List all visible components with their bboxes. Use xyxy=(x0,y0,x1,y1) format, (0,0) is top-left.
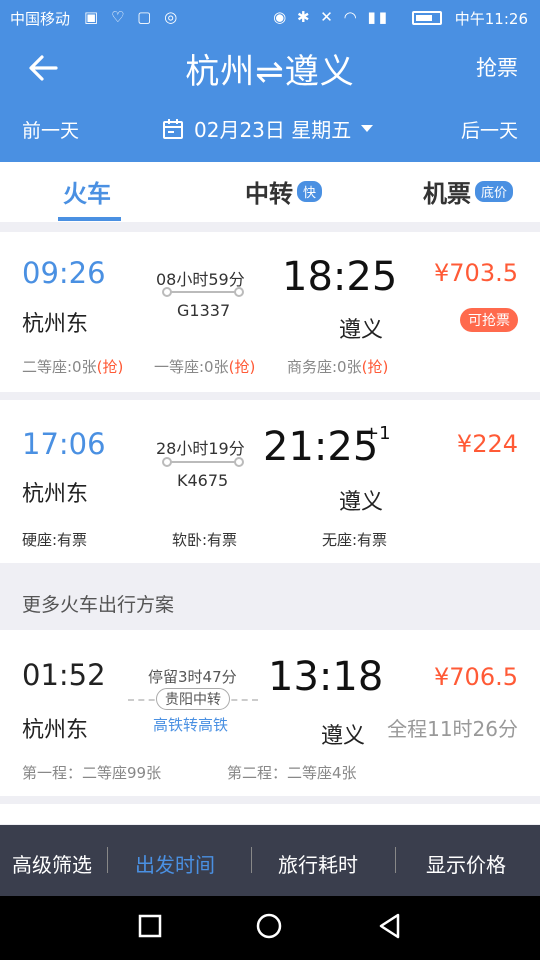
sort-departure-time-button[interactable]: 出发时间 xyxy=(135,849,215,878)
status-time: 中午11:26 xyxy=(454,10,528,28)
active-tab-indicator xyxy=(58,217,121,221)
tab-badge: 底价 xyxy=(475,181,514,202)
tab-label: 机票 xyxy=(423,180,471,208)
grab-ticket-button[interactable]: 抢票 xyxy=(476,52,518,82)
next-day-mark: +1 xyxy=(364,423,391,444)
tab-transfer[interactable]: 中转 快 xyxy=(245,174,323,209)
carrier-name: 中国移动 xyxy=(10,10,71,28)
date-picker[interactable]: 02月23日 星期五 xyxy=(162,114,374,143)
date-label: 02月23日 星期五 xyxy=(194,118,352,142)
arrival-station: 遵义 xyxy=(339,490,384,515)
list-item xyxy=(0,804,540,824)
calendar-icon xyxy=(163,118,183,139)
chevron-down-icon xyxy=(361,125,374,132)
train-number: K4675 xyxy=(177,471,229,490)
transfer-city-badge: 贵阳中转 xyxy=(156,688,230,710)
system-nav-bar xyxy=(0,896,540,960)
filter-bar: 高级筛选 出发时间 旅行耗时 显示价格 xyxy=(0,825,540,896)
seat-info: 一等座:0张(抢) xyxy=(154,358,256,376)
tab-badge: 快 xyxy=(297,181,323,202)
departure-station: 杭州东 xyxy=(22,312,89,337)
seat-info: 硬座:有票 xyxy=(22,531,88,549)
transfer-plan-card[interactable]: 01:52 杭州东 停留3时47分 贵阳中转 高铁转高铁 13:18 遵义 ¥7… xyxy=(0,630,540,796)
seat-info: 二等座:0张(抢) xyxy=(22,358,124,376)
advanced-filter-button[interactable]: 高级筛选 xyxy=(12,849,92,878)
home-icon[interactable] xyxy=(255,912,283,940)
seat-info: 商务座:0张(抢) xyxy=(287,358,389,376)
seat-info: 无座:有票 xyxy=(322,531,388,549)
tab-flight[interactable]: 机票 底价 xyxy=(423,174,514,209)
tab-label: 火车 xyxy=(63,180,111,208)
ticket-price: ¥224 xyxy=(456,430,518,458)
route-line xyxy=(162,457,244,467)
route-title: 杭州⇌遵义 xyxy=(185,52,355,92)
back-icon[interactable] xyxy=(376,912,404,940)
ticket-price: ¥703.5 xyxy=(434,259,518,287)
departure-station: 杭州东 xyxy=(22,482,89,507)
sort-duration-button[interactable]: 旅行耗时 xyxy=(278,849,358,878)
battery-icon xyxy=(412,11,442,25)
departure-time: 01:52 xyxy=(22,658,106,692)
header: 杭州⇌遵义 抢票 前一天 02月23日 星期五 后一天 xyxy=(0,36,540,162)
train-card[interactable]: 17:06 杭州东 28小时19分 K4675 21:25 +1 遵义 ¥224… xyxy=(0,400,540,563)
tab-train[interactable]: 火车 xyxy=(63,174,111,209)
departure-time: 09:26 xyxy=(22,256,106,290)
arrival-time: 18:25 xyxy=(282,254,398,300)
seat-info: 软卧:有票 xyxy=(172,531,238,549)
status-bar: 中国移动 ▣ ♡ ▢ ◎ ◉ ✱ ✕ ◠ ▮▮ 中午11:26 xyxy=(0,0,540,36)
arrival-time: 13:18 xyxy=(268,654,384,700)
train-number: G1337 xyxy=(177,301,231,320)
transfer-stay-time: 停留3时47分 xyxy=(148,668,237,686)
ticket-price: ¥706.5 xyxy=(434,663,518,691)
divider xyxy=(395,847,396,873)
show-price-button[interactable]: 显示价格 xyxy=(426,849,506,878)
leg1-seat-info: 第一程：二等座99张 xyxy=(22,764,162,782)
total-travel-time: 全程11时26分 xyxy=(387,717,518,741)
trip-duration: 28小时19分 xyxy=(156,439,245,458)
recent-apps-icon[interactable] xyxy=(136,912,164,940)
grab-available-badge[interactable]: 可抢票 xyxy=(460,308,518,332)
notification-icons: ▣ ♡ ▢ ◎ xyxy=(84,8,182,26)
leg2-seat-info: 第二程：二等座4张 xyxy=(227,764,357,782)
arrival-station: 遵义 xyxy=(321,724,366,749)
arrival-time: 21:25 xyxy=(263,424,379,470)
transfer-type: 高铁转高铁 xyxy=(153,716,229,734)
train-card[interactable]: 09:26 杭州东 08小时59分 G1337 18:25 遵义 ¥703.5 … xyxy=(0,232,540,392)
arrival-station: 遵义 xyxy=(339,318,384,343)
mode-tabs: 火车 中转 快 机票 底价 xyxy=(0,162,540,222)
divider xyxy=(107,847,108,873)
departure-time: 17:06 xyxy=(22,427,106,461)
system-status-icons: ◉ ✱ ✕ ◠ ▮▮ xyxy=(273,8,390,26)
prev-day-button[interactable]: 前一天 xyxy=(22,116,79,143)
section-title: 更多火车出行方案 xyxy=(22,594,175,616)
tab-label: 中转 xyxy=(245,180,293,208)
divider xyxy=(251,847,252,873)
next-day-button[interactable]: 后一天 xyxy=(461,116,518,143)
departure-station: 杭州东 xyxy=(22,718,89,743)
route-line xyxy=(162,287,244,297)
